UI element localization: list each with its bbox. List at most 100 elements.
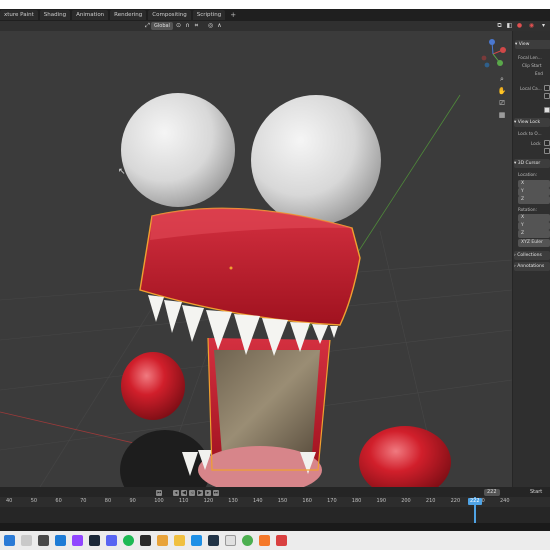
cursor-location-z[interactable]: Z (518, 196, 550, 204)
timeline-tick: 90 (129, 498, 136, 504)
falloff-icon[interactable]: ∧ (216, 22, 223, 30)
jump-end-icon[interactable]: ⏭ (213, 490, 219, 496)
snap-target-icon[interactable]: ⌗ (193, 22, 200, 30)
viewport-overlays-icon[interactable]: ⧉ (496, 22, 503, 30)
timeline-tick: 170 (327, 498, 337, 504)
transform-orientation-dropdown[interactable]: Global (151, 22, 173, 30)
red-ball-left (121, 352, 185, 420)
settings-icon[interactable] (157, 535, 168, 546)
pivot-point-icon[interactable]: ⊙ (175, 22, 182, 30)
shading-options-icon[interactable]: ▾ (540, 22, 547, 30)
view-header-label: View (518, 42, 530, 47)
blender-icon[interactable] (259, 535, 270, 546)
left-eye (121, 93, 235, 207)
app-icon-red[interactable] (276, 535, 287, 546)
focal-length-label: Focal Len... (518, 55, 542, 60)
cursor-rotation-y[interactable]: Y (518, 222, 550, 230)
timeline-tick: 80 (104, 498, 112, 504)
tab-animation[interactable]: Animation (72, 10, 109, 20)
proportional-edit-icon[interactable]: ◎ (207, 22, 214, 30)
timeline-tick: 110 (178, 498, 189, 504)
steam-icon[interactable] (89, 535, 100, 546)
timeline-tick: 100 (154, 498, 164, 504)
window-top-strip (0, 0, 550, 9)
transform-orientation-icon[interactable]: ⤢ (144, 22, 151, 30)
tab-scripting[interactable]: Scripting (192, 10, 226, 20)
viewport-header: ⤢ Global ⊙ ∩ ⌗ ◎ ∧ ⧉ ◧ ● ◉ ▾ (0, 21, 550, 31)
timeline-tick: 200 (401, 498, 411, 504)
camera-view-icon[interactable]: ⎚ (497, 98, 507, 108)
dark-shape (120, 430, 210, 487)
lock-camera-checkbox[interactable] (544, 148, 550, 154)
annotations-panel-header[interactable]: › Annotations (514, 262, 550, 271)
timeline-tick: 210 (425, 498, 436, 504)
grid-view-icon[interactable]: ▦ (497, 110, 507, 120)
timeline-track[interactable] (0, 507, 550, 523)
explorer-icon[interactable] (55, 535, 66, 546)
lock-to-cursor-checkbox[interactable] (544, 140, 550, 146)
cursor-location-x[interactable]: X (518, 180, 550, 188)
viewport-scene: ↖ (0, 93, 512, 487)
play-icon[interactable]: ▶ (197, 490, 203, 496)
timeline-tick: 160 (302, 498, 312, 504)
current-frame-field[interactable]: 222 (484, 489, 500, 496)
start-icon[interactable] (4, 535, 15, 546)
3d-cursor-panel-header[interactable]: ▾ 3D Cursor (514, 159, 550, 168)
discord-icon[interactable] (106, 535, 117, 546)
clip-end-label: End (535, 71, 543, 76)
add-workspace-button[interactable]: + (227, 11, 239, 19)
cursor-rotation-x[interactable]: X (518, 214, 550, 222)
view-lock-panel-header[interactable]: ▾ View Lock (514, 118, 550, 127)
timeline-tick: 190 (376, 498, 387, 504)
timeline-tick: 240 (500, 498, 510, 504)
cursor-rotation-z[interactable]: Z (518, 230, 550, 238)
step-back-icon[interactable]: ◃ (189, 490, 195, 496)
twitch-icon[interactable] (72, 535, 83, 546)
rotation-mode-dropdown[interactable]: XYZ Euler (518, 239, 550, 247)
3d-viewport[interactable]: ↖ ⌕ ✋ ⎚ ▦ (0, 31, 512, 487)
tab-texture-paint[interactable]: xture Paint (0, 10, 38, 20)
solid-shading-icon[interactable]: ● (516, 22, 523, 30)
jump-start-icon[interactable]: ⏮ (156, 490, 162, 496)
timeline-tick: 60 (55, 498, 62, 504)
local-camera-checkbox[interactable] (544, 85, 550, 91)
zoom-icon[interactable]: ⌕ (497, 74, 507, 84)
spotify-icon[interactable] (123, 535, 134, 546)
status-bar (0, 523, 550, 531)
cursor-location-y[interactable]: Y (518, 188, 550, 196)
collections-panel-header[interactable]: › Collections (514, 251, 550, 260)
render-region-checkbox[interactable] (544, 93, 550, 99)
jump-keyframe-forward-icon[interactable]: ▸ (205, 490, 211, 496)
files-icon[interactable] (225, 535, 236, 546)
media-icon[interactable] (191, 535, 202, 546)
steam2-icon[interactable] (208, 535, 219, 546)
jump-keyframe-back-icon[interactable]: ◂ (173, 490, 179, 496)
workspace-tab-bar: xture Paint Shading Animation Rendering … (0, 9, 550, 21)
tab-shading[interactable]: Shading (39, 10, 71, 20)
location-label: Location: (518, 172, 538, 177)
navigation-gizmo[interactable] (478, 39, 508, 71)
store-icon[interactable] (140, 535, 151, 546)
object-origin (229, 266, 233, 270)
material-preview-icon[interactable]: ◉ (528, 22, 535, 30)
playhead-frame-label[interactable]: 222 (468, 498, 482, 505)
lock-checkbox-top[interactable] (544, 107, 550, 113)
timeline-header (0, 487, 550, 497)
folder-icon[interactable] (174, 535, 185, 546)
clip-start-label: Clip Start (522, 63, 542, 68)
red-ball-right (359, 426, 451, 487)
tab-compositing[interactable]: Compositing (148, 10, 191, 20)
magnet-icon[interactable]: ∩ (184, 22, 191, 30)
xray-icon[interactable]: ◧ (506, 22, 513, 30)
search-icon[interactable] (21, 535, 32, 546)
chrome-icon[interactable] (242, 535, 253, 546)
pan-hand-icon[interactable]: ✋ (497, 86, 507, 96)
view-panel-header[interactable]: ▾ View (515, 40, 550, 49)
start-frame-label: Start (530, 489, 543, 495)
play-reverse-icon[interactable]: ◀ (181, 490, 187, 496)
timeline-tick: 150 (277, 498, 288, 504)
right-eye (251, 95, 381, 225)
throat (214, 350, 320, 455)
tab-rendering[interactable]: Rendering (110, 10, 147, 20)
taskview-icon[interactable] (38, 535, 49, 546)
